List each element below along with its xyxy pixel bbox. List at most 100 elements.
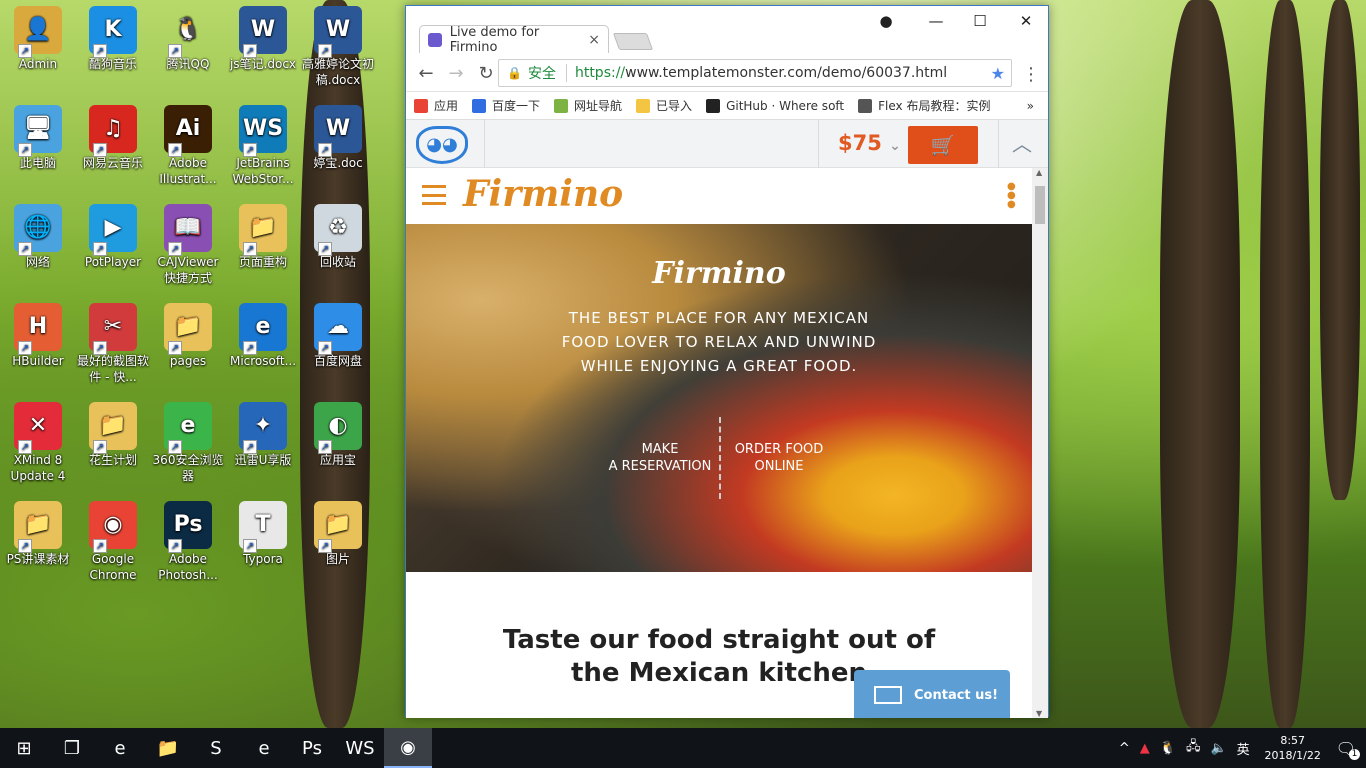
scrollbar-thumb[interactable] <box>1035 186 1045 224</box>
desktop-icon[interactable]: ♻ ↗ 回收站 <box>300 204 376 270</box>
tab-close-icon[interactable]: × <box>588 32 600 48</box>
browser-tab[interactable]: Live demo for Firmino × <box>419 25 609 55</box>
add-to-cart-button[interactable]: 🛒 <box>908 126 978 164</box>
desktop-icon[interactable]: 🐧 ↗ 腾讯QQ <box>150 6 226 72</box>
reload-icon[interactable]: ↻ <box>474 63 498 84</box>
desktop-icon[interactable]: ✕ ↗ XMind 8 Update 4 <box>0 402 76 484</box>
desktop-icon[interactable]: e ↗ 360安全浏览器 <box>150 402 226 484</box>
contact-us-button[interactable]: Contact us! <box>854 670 1010 718</box>
price-dropdown[interactable]: $75 ⌄ <box>838 131 901 155</box>
desktop-icon[interactable]: Ai ↗ Adobe Illustrat... <box>150 105 226 187</box>
taskbar-chrome-icon[interactable]: ◉ <box>384 728 432 768</box>
scroll-down-icon[interactable]: ▼ <box>1036 709 1042 718</box>
volume-icon[interactable]: 🔈 <box>1210 741 1226 756</box>
shortcut-arrow-icon: ↗ <box>318 440 332 454</box>
account-icon[interactable]: ● <box>872 12 900 32</box>
desktop-icon[interactable]: Ps ↗ Adobe Photosh... <box>150 501 226 583</box>
browser-toolbar: ← → ↻ 🔒 安全 https:// www.templatemonster.… <box>406 56 1048 92</box>
desktop-icon[interactable]: W ↗ js笔记.docx <box>225 6 301 72</box>
desktop-icon-label: CAJViewer 快捷方式 <box>157 255 219 285</box>
network-icon[interactable]: 🖧 <box>1186 737 1201 759</box>
taskbar-task-view-icon[interactable]: ❐ <box>48 728 96 768</box>
taskbar-file-explorer-icon[interactable]: 📁 <box>144 728 192 768</box>
tray-expand-icon[interactable]: ^ <box>1119 741 1130 756</box>
address-bar[interactable]: 🔒 安全 https:// www.templatemonster.com /d… <box>498 59 1012 87</box>
shortcut-arrow-icon: ↗ <box>93 341 107 355</box>
title-bar: Live demo for Firmino × ● — ☐ ✕ <box>406 6 1048 56</box>
desktop-icon[interactable]: 🌐 ↗ 网络 <box>0 204 76 270</box>
tray-app-icon[interactable]: ▲ <box>1140 741 1150 756</box>
bookmark-item[interactable]: GitHub · Where soft <box>706 98 844 113</box>
desktop-icon[interactable]: 📁 ↗ 花生计划 <box>75 402 151 468</box>
bookmarks-overflow-icon[interactable]: » <box>1027 99 1034 113</box>
close-button[interactable]: ✕ <box>1012 12 1040 32</box>
hero-banner: Firmino THE BEST PLACE FOR ANY MEXICAN F… <box>406 224 1032 572</box>
new-tab-button[interactable] <box>612 33 654 50</box>
desktop-icon[interactable]: 🖥 ↗ 此电脑 <box>0 105 76 171</box>
site-logo[interactable]: Firmino <box>463 173 623 215</box>
minimize-button[interactable]: — <box>922 12 950 32</box>
start-button[interactable]: ⊞ <box>0 728 48 768</box>
desktop-icon-label: 酷狗音乐 <box>88 57 137 71</box>
secure-label: 安全 <box>527 66 556 82</box>
maximize-button[interactable]: ☐ <box>966 12 994 32</box>
ime-indicator[interactable]: 英 <box>1237 739 1250 758</box>
taskbar-360-browser-icon[interactable]: e <box>240 728 288 768</box>
taskbar-edge-icon[interactable]: e <box>96 728 144 768</box>
bookmark-item[interactable]: 应用 <box>414 97 458 114</box>
desktop-icon[interactable]: 👤 ↗ Admin <box>0 6 76 72</box>
shortcut-arrow-icon: ↗ <box>93 44 107 58</box>
notification-center-icon[interactable]: 🗨 1 <box>1336 739 1360 760</box>
taskbar-photoshop-icon[interactable]: Ps <box>288 728 336 768</box>
desktop-icon[interactable]: K ↗ 酷狗音乐 <box>75 6 151 72</box>
forward-icon[interactable]: → <box>444 63 468 84</box>
desktop-icon[interactable]: 📁 ↗ PS讲课素材 <box>0 501 76 567</box>
taskbar-sublime-icon[interactable]: S <box>192 728 240 768</box>
bookmark-star-icon[interactable]: ★ <box>991 64 1005 83</box>
desktop-icon-label: Adobe Photosh... <box>158 552 218 582</box>
desktop-icon-label: 百度网盘 <box>313 354 362 368</box>
order-line1: ORDER FOOD <box>734 442 824 457</box>
desktop-icon[interactable]: 📁 ↗ 图片 <box>300 501 376 567</box>
bookmark-item[interactable]: Flex 布局教程：实例 <box>858 97 990 114</box>
shortcut-arrow-icon: ↗ <box>243 143 257 157</box>
bookmark-item[interactable]: 已导入 <box>636 97 692 114</box>
desktop-icon[interactable]: WS ↗ JetBrains WebStor... <box>225 105 301 187</box>
desktop-icon[interactable]: ▶ ↗ PotPlayer <box>75 204 151 270</box>
desktop-icon[interactable]: ✂ ↗ 最好的截图软件 - 快... <box>75 303 151 385</box>
back-icon[interactable]: ← <box>414 63 438 84</box>
qq-tray-icon[interactable]: 🐧 <box>1160 741 1176 756</box>
desktop-icon[interactable]: 📁 ↗ 页面重构 <box>225 204 301 270</box>
scrollbar[interactable]: ▲ ▼ <box>1032 168 1048 718</box>
desktop-icon[interactable]: ◉ ↗ Google Chrome <box>75 501 151 583</box>
desktop-icon[interactable]: 📖 ↗ CAJViewer 快捷方式 <box>150 204 226 286</box>
desktop-icon[interactable]: H ↗ HBuilder <box>0 303 76 369</box>
desktop-icon[interactable]: ✦ ↗ 迅雷U享版 <box>225 402 301 468</box>
desktop-icon[interactable]: ☁ ↗ 百度网盘 <box>300 303 376 369</box>
tab-favicon-icon <box>428 32 442 47</box>
taskbar: ⊞ ❐ e 📁 Se Ps WS ◉ ^ ▲ 🐧 🖧 🔈 英 8:57 2018/1/22 … <box>0 728 1366 768</box>
bookmark-item[interactable]: 网址导航 <box>554 97 622 114</box>
taskbar-webstorm-icon[interactable]: WS <box>336 728 384 768</box>
hamburger-menu-icon[interactable] <box>422 185 446 205</box>
shortcut-arrow-icon: ↗ <box>318 242 332 256</box>
desktop-icon[interactable]: ♫ ↗ 网易云音乐 <box>75 105 151 171</box>
clock[interactable]: 8:57 2018/1/22 <box>1260 733 1326 763</box>
templatemonster-logo-icon[interactable]: ◕◕ <box>416 126 468 164</box>
desktop-icon-label: Adobe Illustrat... <box>159 156 217 186</box>
collapse-chevron-up-icon[interactable]: ︿ <box>1012 128 1032 157</box>
desktop-icon[interactable]: W ↗ 高雅婷论文初稿.docx <box>300 6 376 88</box>
desktop-icon[interactable]: 📁 ↗ pages <box>150 303 226 369</box>
browser-menu-icon[interactable]: ⋮ <box>1022 64 1040 85</box>
scroll-up-icon[interactable]: ▲ <box>1036 168 1042 177</box>
desktop-icon[interactable]: ◐ ↗ 应用宝 <box>300 402 376 468</box>
desktop-icon[interactable]: W ↗ 婷宝.doc <box>300 105 376 171</box>
desktop-icon[interactable]: T ↗ Typora <box>225 501 301 567</box>
bookmark-item[interactable]: 百度一下 <box>472 97 540 114</box>
desktop-icon[interactable]: e ↗ Microsoft... <box>225 303 301 369</box>
order-food-online-button[interactable]: ORDER FOOD ONLINE <box>719 417 837 499</box>
make-reservation-button[interactable]: MAKE A RESERVATION <box>601 417 719 499</box>
bookmark-label: 已导入 <box>656 99 693 113</box>
more-options-icon[interactable]: ● ● ● <box>1007 182 1016 210</box>
shortcut-arrow-icon: ↗ <box>18 44 32 58</box>
